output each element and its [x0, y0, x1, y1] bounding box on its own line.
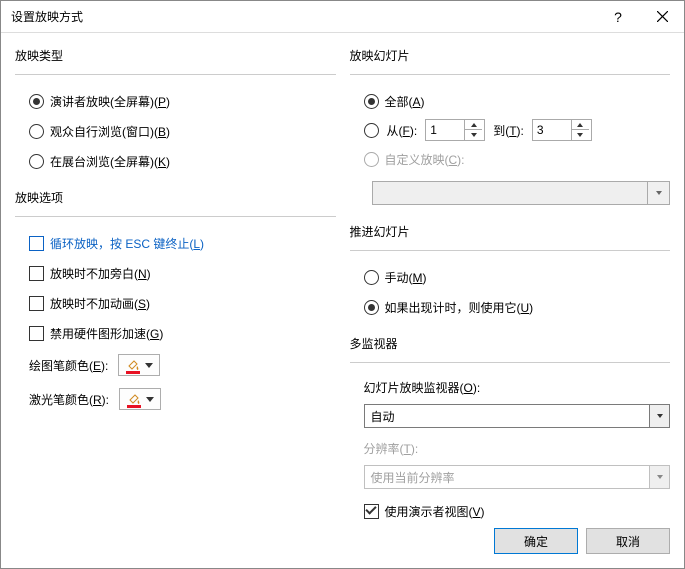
- radio-browse[interactable]: 观众自行浏览(窗口)(B): [15, 119, 336, 143]
- left-column: 放映类型 演讲者放映(全屏幕)(P) 观众自行浏览(窗口)(B) 在展台浏览(全…: [15, 47, 336, 524]
- right-column: 放映幻灯片 全部(A) 从(F): 到(T): 自定义放映(C):: [350, 47, 671, 524]
- monitor-label: 幻灯片放映监视器(O):: [350, 379, 671, 396]
- resolution-label: 分辨率(T):: [350, 440, 671, 457]
- radio-icon: [29, 94, 44, 109]
- checkbox-icon: [29, 296, 44, 311]
- laser-color-label: 激光笔颜色(R):: [29, 391, 109, 408]
- chevron-down-icon: [145, 363, 153, 368]
- pen-color-button[interactable]: [118, 354, 160, 376]
- chevron-down-icon: [649, 466, 669, 488]
- radio-custom-show: 自定义放映(C):: [350, 147, 671, 171]
- window-title: 设置放映方式: [11, 8, 596, 25]
- checkbox-icon: [29, 236, 44, 251]
- bucket-icon: [127, 392, 141, 406]
- pen-color-label: 绘图笔颜色(E):: [29, 357, 108, 374]
- help-button[interactable]: ?: [596, 1, 640, 33]
- ok-button[interactable]: 确定: [494, 528, 578, 554]
- radio-icon: [29, 154, 44, 169]
- check-loop[interactable]: 循环放映，按 ESC 键终止(L): [15, 231, 336, 255]
- laser-color-row: 激光笔颜色(R):: [15, 385, 336, 413]
- radio-presenter[interactable]: 演讲者放映(全屏幕)(P): [15, 89, 336, 113]
- to-input[interactable]: [533, 120, 571, 140]
- checkbox-icon: [29, 326, 44, 341]
- from-input[interactable]: [426, 120, 464, 140]
- resolution-select: 使用当前分辨率: [364, 465, 671, 489]
- radio-from-row: 从(F): 到(T):: [350, 119, 671, 141]
- chevron-down-icon[interactable]: [649, 405, 669, 427]
- spin-up[interactable]: [465, 120, 482, 130]
- radio-icon: [364, 300, 379, 315]
- cancel-button[interactable]: 取消: [586, 528, 670, 554]
- radio-icon: [29, 124, 44, 139]
- chevron-down-icon: [647, 182, 669, 204]
- group-show-options: 放映选项: [15, 189, 336, 206]
- group-advance: 推进幻灯片: [350, 223, 671, 240]
- chevron-down-icon: [146, 397, 154, 402]
- footer: 确定 取消: [1, 524, 684, 568]
- to-spinner[interactable]: [532, 119, 592, 141]
- spin-down[interactable]: [465, 130, 482, 140]
- checkbox-icon: [29, 266, 44, 281]
- spin-up[interactable]: [572, 120, 589, 130]
- radio-use-timing[interactable]: 如果出现计时，则使用它(U): [350, 295, 671, 319]
- check-no-animation[interactable]: 放映时不加动画(S): [15, 291, 336, 315]
- radio-icon: [364, 270, 379, 285]
- close-button[interactable]: [640, 1, 684, 33]
- monitor-select[interactable]: 自动: [364, 404, 671, 428]
- check-no-narration[interactable]: 放映时不加旁白(N): [15, 261, 336, 285]
- bucket-icon: [126, 358, 140, 372]
- spin-down[interactable]: [572, 130, 589, 140]
- radio-kiosk[interactable]: 在展台浏览(全屏幕)(K): [15, 149, 336, 173]
- group-monitors: 多监视器: [350, 335, 671, 352]
- check-no-hw-accel[interactable]: 禁用硬件图形加速(G): [15, 321, 336, 345]
- checkbox-icon: [364, 504, 379, 519]
- radio-icon: [364, 94, 379, 109]
- radio-icon: [364, 152, 379, 167]
- check-presenter-view[interactable]: 使用演示者视图(V): [350, 499, 671, 524]
- from-spinner[interactable]: [425, 119, 485, 141]
- group-show-slides: 放映幻灯片: [350, 47, 671, 64]
- titlebar: 设置放映方式 ?: [1, 1, 684, 33]
- radio-manual[interactable]: 手动(M): [350, 265, 671, 289]
- close-icon: [657, 11, 668, 22]
- group-show-type: 放映类型: [15, 47, 336, 64]
- laser-color-button[interactable]: [119, 388, 161, 410]
- radio-from[interactable]: [364, 123, 379, 138]
- pen-color-row: 绘图笔颜色(E):: [15, 351, 336, 379]
- custom-show-select: [372, 181, 671, 205]
- radio-all[interactable]: 全部(A): [350, 89, 671, 113]
